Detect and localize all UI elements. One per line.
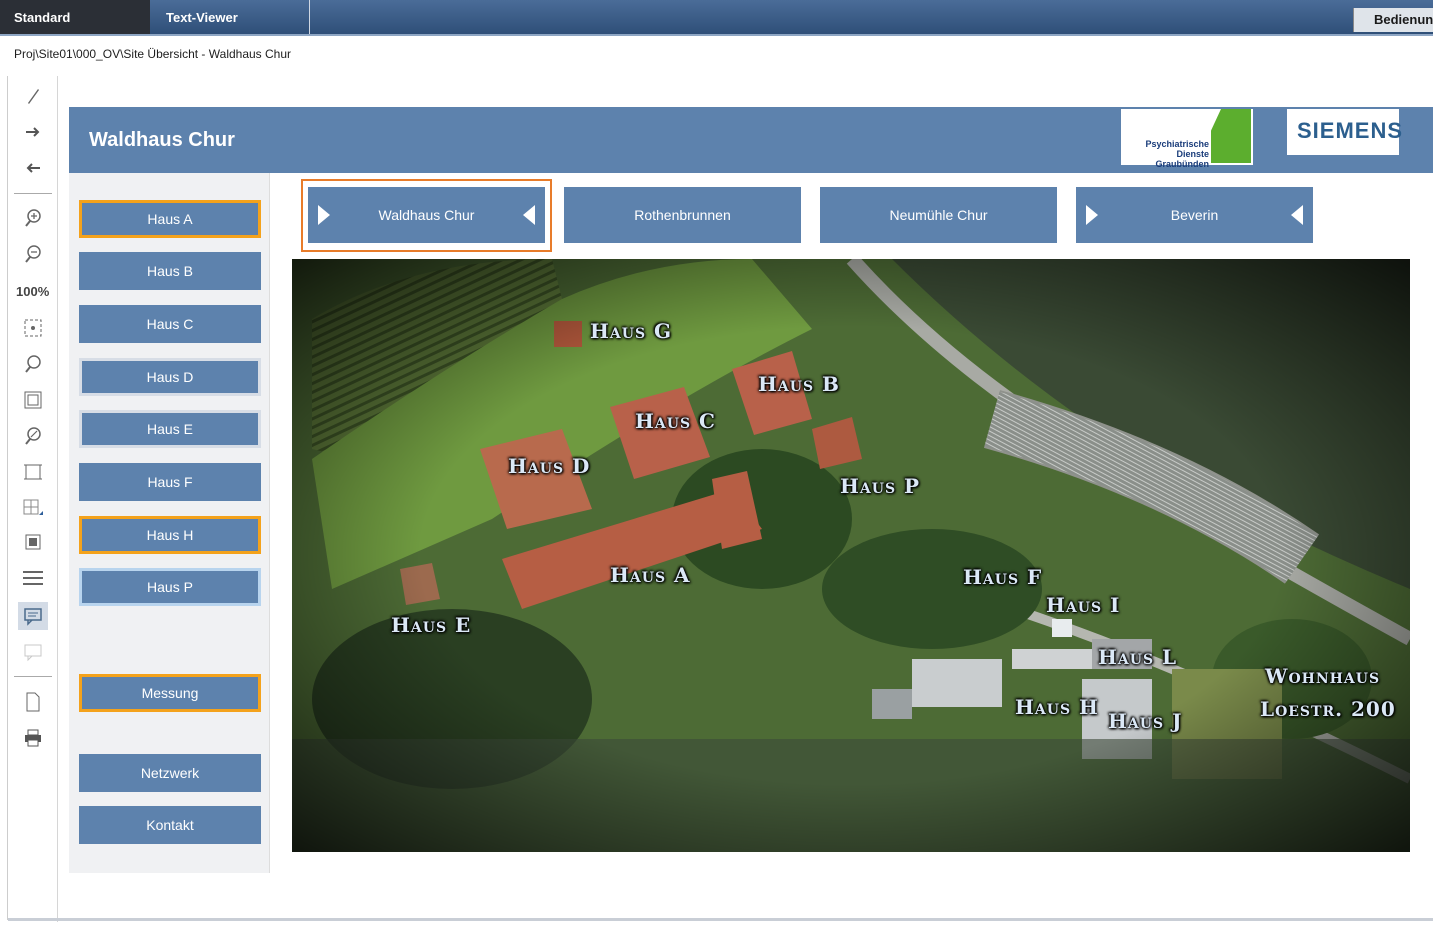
left-toolbar: 100% — [8, 76, 58, 922]
pen-icon[interactable] — [18, 82, 48, 110]
map-label-haus-b[interactable]: Haus B — [758, 372, 840, 396]
window-icon[interactable] — [18, 386, 48, 414]
comment-icon[interactable] — [18, 602, 48, 630]
map-label-haus-l[interactable]: Haus L — [1098, 645, 1177, 669]
page-title: Waldhaus Chur — [89, 129, 235, 151]
nav-button-netzwerk[interactable]: Netzwerk — [79, 754, 261, 792]
zoom-fit-icon[interactable] — [18, 314, 48, 342]
map-label-wohnhaus[interactable]: Wohnhaus — [1265, 664, 1380, 688]
siemens-logo: SIEMENS — [1287, 109, 1402, 163]
breadcrumb: Proj\Site01\000_OV\Site Übersicht - Wald… — [14, 47, 292, 61]
frame-bottom-border — [8, 918, 1433, 921]
siemens-logo-text: SIEMENS — [1297, 118, 1404, 143]
map-label-haus-d[interactable]: Haus D — [508, 454, 590, 478]
map-label-haus-c[interactable]: Haus C — [635, 409, 716, 433]
nav-button-haus-f[interactable]: Haus F — [79, 463, 261, 501]
top-bar: Standard Text-Viewer Bedienung — [0, 0, 1433, 34]
toolbar-divider — [14, 193, 52, 194]
print-icon[interactable] — [18, 724, 48, 752]
site-button-beverin[interactable]: Beverin — [1076, 187, 1313, 243]
siemens-logo-bar — [1287, 155, 1399, 163]
pdgr-logo-line1: Psychiatrische — [1145, 139, 1209, 149]
building-nav-panel: Haus A Haus B Haus C Haus D Haus E Haus … — [69, 173, 270, 873]
pdgr-logo-line2: Dienste Graubünden — [1155, 149, 1210, 169]
page-header: Waldhaus Chur Psychiatrische Dienste Gra… — [69, 107, 1433, 173]
zoom-level: 100% — [16, 284, 50, 299]
site-button-label: Beverin — [1170, 207, 1219, 223]
aerial-photo — [292, 259, 1410, 852]
map-label-haus-j[interactable]: Haus J — [1108, 709, 1183, 733]
nav-button-haus-h[interactable]: Haus H — [79, 516, 261, 554]
map-label-haus-a[interactable]: Haus A — [610, 563, 691, 587]
site-button-label: Neumühle Chur — [889, 207, 988, 223]
pdgr-logo: Psychiatrische Dienste Graubünden — [1121, 109, 1253, 169]
zoom-in-icon[interactable] — [18, 204, 48, 232]
map-label-haus-f[interactable]: Haus F — [963, 565, 1042, 589]
map-label-haus-i[interactable]: Haus I — [1046, 593, 1120, 617]
site-button-rothenbrunnen[interactable]: Rothenbrunnen — [564, 187, 801, 243]
site-aerial-map: Haus G Haus B Haus C Haus D Haus P Haus … — [292, 259, 1410, 852]
map-label-wohnhaus-address[interactable]: Loestr. 200 — [1260, 697, 1396, 721]
map-label-haus-p[interactable]: Haus P — [840, 474, 920, 498]
nav-button-haus-b[interactable]: Haus B — [79, 252, 261, 290]
site-button-label: Waldhaus Chur — [378, 207, 475, 223]
top-divider — [0, 34, 1433, 36]
arrow-right-icon[interactable] — [18, 118, 48, 146]
frame-icon[interactable] — [18, 458, 48, 486]
tab-standard[interactable]: Standard — [0, 0, 150, 34]
nav-button-haus-e[interactable]: Haus E — [79, 410, 261, 448]
nav-button-kontakt[interactable]: Kontakt — [79, 806, 261, 844]
comment-disabled-icon — [18, 638, 48, 666]
site-button-neumuehle-chur[interactable]: Neumühle Chur — [820, 187, 1057, 243]
nav-button-haus-d[interactable]: Haus D — [79, 358, 261, 396]
arrow-left-icon — [1291, 205, 1303, 225]
map-label-haus-h[interactable]: Haus H — [1015, 695, 1099, 719]
tab-text-viewer[interactable]: Text-Viewer — [150, 0, 310, 34]
map-label-haus-g[interactable]: Haus G — [590, 319, 672, 343]
nav-button-messung[interactable]: Messung — [79, 674, 261, 712]
menu-icon[interactable] — [18, 564, 48, 592]
arrow-left-icon[interactable] — [18, 154, 48, 182]
pdgr-logo-mark — [1211, 109, 1251, 163]
search-icon[interactable] — [18, 350, 48, 378]
site-button-waldhaus-chur[interactable]: Waldhaus Chur — [308, 187, 545, 243]
bedienung-button[interactable]: Bedienung — [1353, 8, 1433, 32]
arrow-right-icon — [1086, 205, 1098, 225]
nav-button-haus-a[interactable]: Haus A — [79, 200, 261, 238]
pdgr-logo-text: Psychiatrische Dienste Graubünden — [1123, 139, 1209, 169]
site-button-label: Rothenbrunnen — [634, 207, 731, 223]
zoom-out-icon[interactable] — [18, 240, 48, 268]
grid-icon[interactable] — [18, 494, 48, 522]
arrow-left-icon — [523, 205, 535, 225]
map-label-haus-e[interactable]: Haus E — [391, 613, 471, 637]
arrow-right-icon — [318, 205, 330, 225]
document-icon[interactable] — [18, 688, 48, 716]
nav-button-haus-p[interactable]: Haus P — [79, 568, 261, 606]
fullscreen-icon[interactable] — [18, 528, 48, 556]
nav-button-haus-c[interactable]: Haus C — [79, 305, 261, 343]
zoom-area-icon[interactable] — [18, 422, 48, 450]
toolbar-divider — [14, 676, 52, 677]
